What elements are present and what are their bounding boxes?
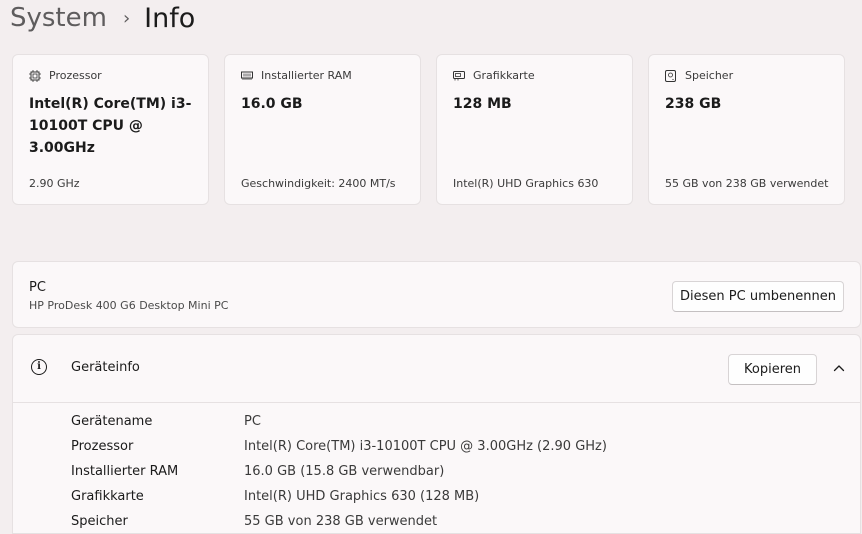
card-subtext: Intel(R) UHD Graphics 630 [453,177,599,190]
card-value: 238 GB [665,96,722,112]
spec-value: PC [244,414,261,429]
card-processor: Prozessor Intel(R) Core(TM) i3-10100T CP… [12,54,209,205]
spec-value: 16.0 GB (15.8 GB verwendbar) [244,464,445,479]
chevron-up-icon[interactable] [831,360,847,376]
pc-model: HP ProDesk 400 G6 Desktop Mini PC [29,299,229,312]
processor-icon [29,70,41,82]
device-info-title: Geräteinfo [71,360,140,375]
card-subtext: Geschwindigkeit: 2400 MT/s [241,177,396,190]
info-icon: i [31,359,47,375]
card-value: 128 MB [453,96,512,112]
card-subtext: 2.90 GHz [29,177,80,190]
storage-icon [665,70,677,82]
spec-value: Intel(R) UHD Graphics 630 (128 MB) [244,489,480,504]
card-label: Installierter RAM [261,69,352,82]
breadcrumb-system-link[interactable]: System [10,3,107,33]
card-subtext: 55 GB von 238 GB verwendet [665,177,829,190]
card-graphics: Grafikkarte 128 MB Intel(R) UHD Graphics… [436,54,633,205]
spec-label: Speicher [71,514,128,529]
ram-icon [241,70,253,81]
device-info-panel: i Geräteinfo Kopieren Gerätename PC Proz… [12,334,861,534]
spec-label: Grafikkarte [71,489,144,504]
card-storage: Speicher 238 GB 55 GB von 238 GB verwend… [648,54,845,205]
spec-label: Installierter RAM [71,464,179,479]
card-value: 16.0 GB [241,96,303,112]
card-value: Intel(R) Core(TM) i3-10100T CPU @ 3.00GH… [29,96,192,156]
pc-title: PC [29,280,46,295]
copy-button[interactable]: Kopieren [728,354,817,385]
rename-pc-button[interactable]: Diesen PC umbenennen [672,281,844,312]
spec-value: Intel(R) Core(TM) i3-10100T CPU @ 3.00GH… [244,439,607,454]
card-label: Grafikkarte [473,69,535,82]
spec-label: Prozessor [71,439,134,454]
card-label: Speicher [685,69,734,82]
spec-label: Gerätename [71,414,153,429]
pc-name-panel: PC HP ProDesk 400 G6 Desktop Mini PC Die… [12,261,861,328]
breadcrumb: System › Info [10,0,195,36]
spec-value: 55 GB von 238 GB verwendet [244,514,438,529]
card-ram: Installierter RAM 16.0 GB Geschwindigkei… [224,54,421,205]
page-title: Info [144,2,196,34]
device-info-header[interactable]: i Geräteinfo Kopieren [13,335,860,403]
graphics-card-icon [453,70,465,81]
card-label: Prozessor [49,69,102,82]
breadcrumb-separator: › [122,7,131,29]
